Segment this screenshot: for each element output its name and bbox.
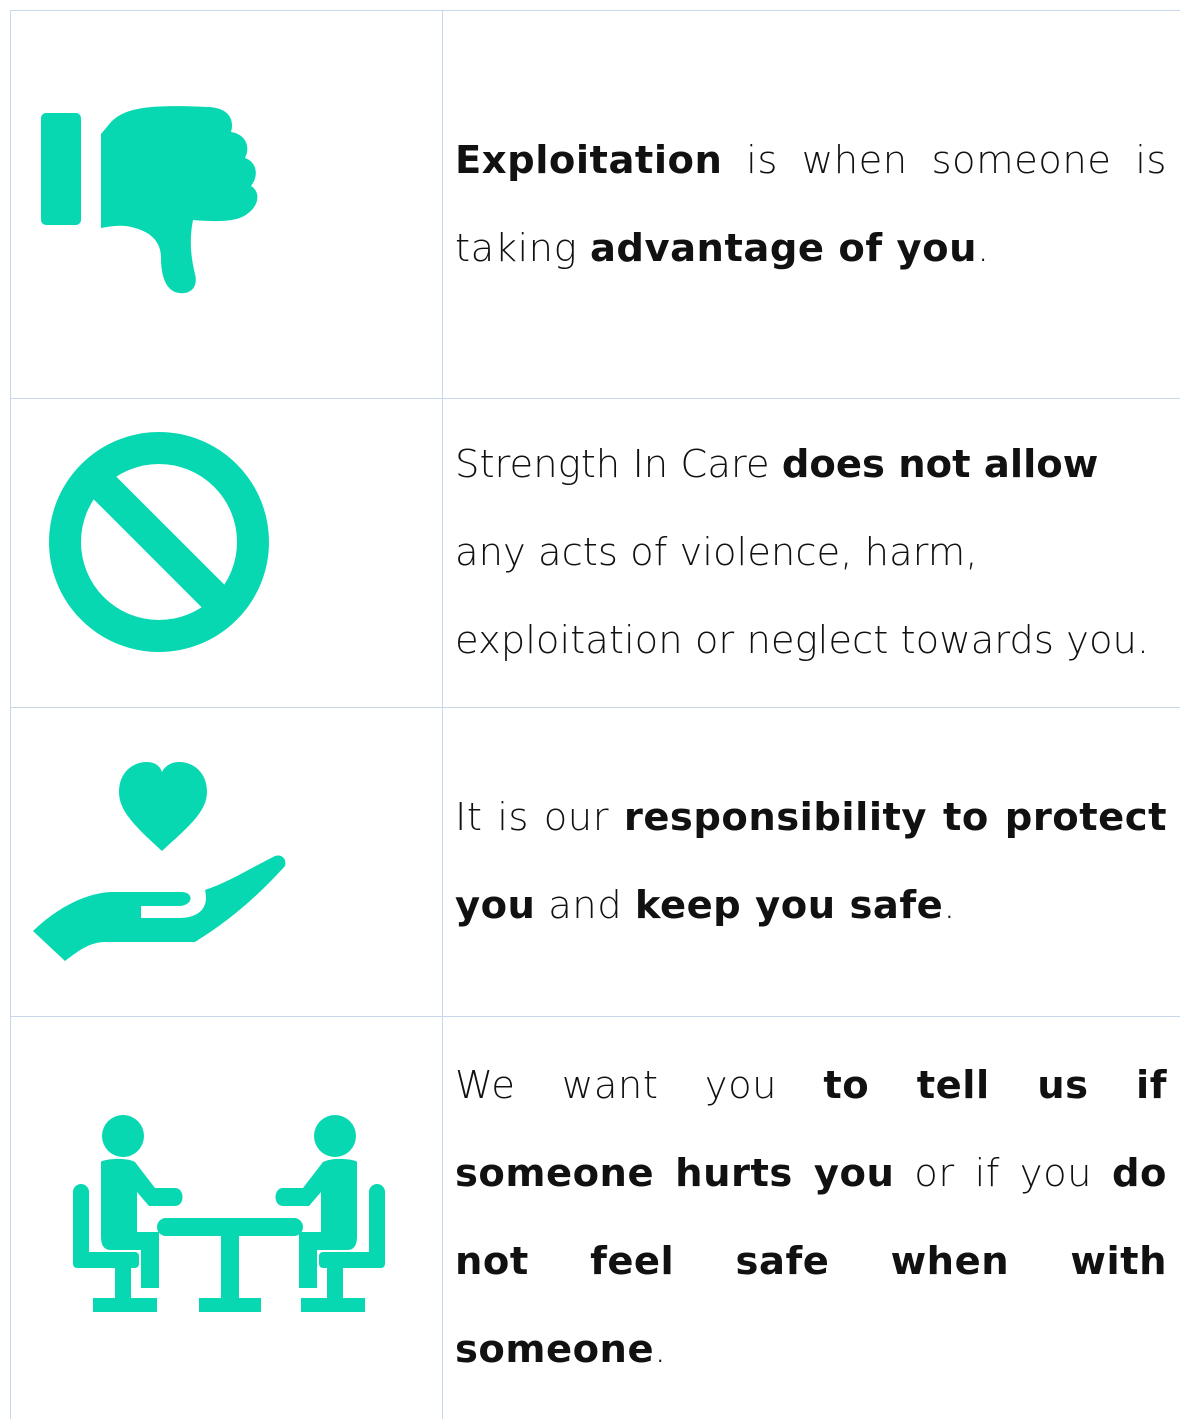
people-meeting-icon	[73, 1115, 385, 1312]
text-regular: and	[535, 883, 635, 928]
icon-cell	[11, 11, 443, 398]
prohibited-icon	[49, 432, 269, 652]
text-cell: Exploitation is when someone is taking a…	[443, 11, 1180, 398]
thumbs-down-icon	[41, 106, 258, 294]
paragraph: Strength In Care does not allow any acts…	[455, 421, 1167, 685]
icon-cell	[11, 1017, 443, 1419]
text-cell: We want you to tell us if someone hurts …	[443, 1017, 1180, 1419]
table-row: Exploitation is when someone is taking a…	[11, 11, 1180, 399]
heart-in-hand-icon	[33, 762, 286, 961]
table-row: Strength In Care does not allow any acts…	[11, 399, 1180, 708]
text-bold: keep you safe	[634, 883, 944, 928]
text-regular: It is our	[455, 795, 624, 840]
icon-cell	[11, 399, 443, 707]
text-cell: It is our responsibility to protect you …	[443, 708, 1180, 1016]
text-regular: .	[943, 883, 957, 928]
text-regular: .	[976, 225, 990, 271]
paragraph: Exploitation is when someone is taking a…	[455, 117, 1167, 293]
table-row: We want you to tell us if someone hurts …	[11, 1017, 1180, 1419]
text-bold: Exploitation	[455, 137, 723, 183]
info-table: Exploitation is when someone is taking a…	[10, 10, 1180, 1419]
text-regular: .	[654, 1327, 667, 1372]
text-regular: Strength In Care	[455, 442, 782, 487]
text-cell: Strength In Care does not allow any acts…	[443, 399, 1180, 707]
text-bold: advantage of you	[589, 225, 977, 271]
text-regular: any acts of violence, harm, exploitation…	[455, 530, 1150, 663]
paragraph: We want you to tell us if someone hurts …	[455, 1042, 1167, 1394]
icon-cell	[11, 708, 443, 1016]
table-row: It is our responsibility to protect you …	[11, 708, 1180, 1017]
text-bold: does not allow	[781, 442, 1099, 487]
text-regular: or if you	[894, 1151, 1112, 1196]
paragraph: It is our responsibility to protect you …	[455, 774, 1167, 950]
text-regular: We want you	[455, 1063, 824, 1108]
